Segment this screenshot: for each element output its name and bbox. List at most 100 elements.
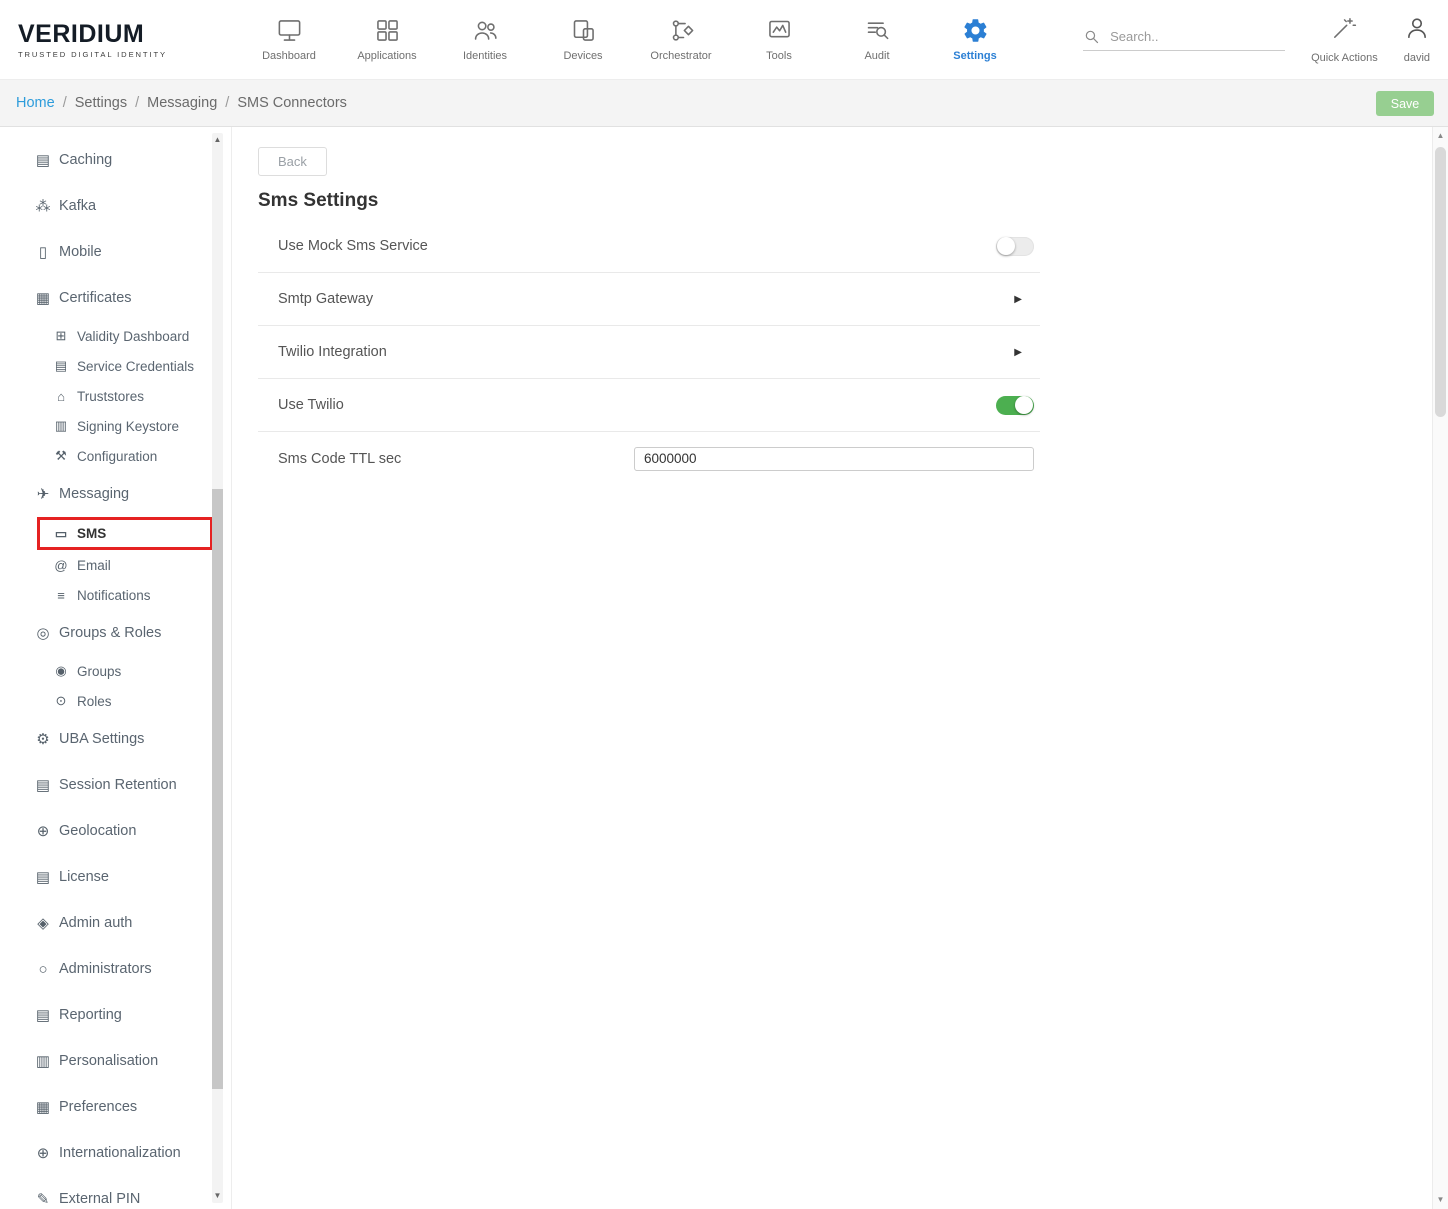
sidebar-item-label: Internationalization: [59, 1145, 181, 1161]
sidebar-item-messaging[interactable]: ✈Messaging: [0, 471, 231, 517]
setting-row-smtp-gateway[interactable]: Smtp Gateway ▶: [258, 273, 1040, 326]
sidebar-item-label: UBA Settings: [59, 731, 144, 747]
search-input[interactable]: [1110, 29, 1270, 44]
certificates-icon: ▦: [33, 289, 53, 307]
session-retention-icon: ▤: [33, 776, 53, 794]
setting-row-twilio-integration[interactable]: Twilio Integration ▶: [258, 326, 1040, 379]
sidebar-item-groups[interactable]: ◉Groups: [0, 656, 231, 686]
breadcrumb-home[interactable]: Home: [16, 95, 55, 111]
sidebar-item-label: Truststores: [77, 389, 144, 404]
setting-row-sms-code-ttl: Sms Code TTL sec: [258, 432, 1040, 485]
internationalization-icon: ⊕: [33, 1144, 53, 1162]
sidebar-item-groups-roles[interactable]: ◎Groups & Roles: [0, 610, 231, 656]
sidebar-item-label: Admin auth: [59, 915, 132, 931]
nav-label: Audit: [864, 50, 889, 62]
sidebar-scrollbar-thumb[interactable]: [212, 489, 223, 1089]
sidebar-item-roles[interactable]: ⊙Roles: [0, 686, 231, 716]
sidebar-scroll-down-icon[interactable]: ▼: [212, 1191, 223, 1201]
service-credentials-icon: ▤: [51, 358, 71, 374]
sidebar-item-certificates[interactable]: ▦ Certificates: [0, 275, 231, 321]
setting-label: Twilio Integration: [278, 344, 387, 360]
messaging-icon: ✈: [33, 485, 53, 503]
breadcrumb-messaging[interactable]: Messaging: [147, 95, 217, 111]
sidebar-item-administrators[interactable]: ○Administrators: [0, 946, 231, 992]
uba-settings-icon: ⚙: [33, 730, 53, 748]
page-scrollbar-thumb[interactable]: [1435, 147, 1446, 417]
expand-arrow-icon[interactable]: ▶: [1014, 347, 1034, 358]
notifications-icon: ≡: [51, 588, 71, 603]
sidebar-scrollbar[interactable]: ▲ ▼: [212, 133, 223, 1203]
sidebar-item-preferences[interactable]: ▦Preferences: [0, 1084, 231, 1130]
sidebar-item-label: License: [59, 869, 109, 885]
sidebar-item-label: Certificates: [59, 290, 132, 306]
breadcrumb-settings[interactable]: Settings: [75, 95, 127, 111]
save-button[interactable]: Save: [1376, 91, 1434, 116]
setting-row-use-twilio: Use Twilio: [258, 379, 1040, 432]
sidebar-item-uba-settings[interactable]: ⚙ UBA Settings: [0, 716, 231, 762]
sidebar-item-label: Notifications: [77, 588, 151, 603]
sidebar-item-validity-dashboard[interactable]: ⊞Validity Dashboard: [0, 321, 231, 351]
sms-code-ttl-input[interactable]: [634, 447, 1034, 471]
sidebar-item-label: Preferences: [59, 1099, 137, 1115]
sidebar-item-signing-keystore[interactable]: ▥Signing Keystore: [0, 411, 231, 441]
nav-tools[interactable]: Tools: [730, 17, 828, 62]
settings-icon: [962, 17, 989, 44]
nav-applications[interactable]: Applications: [338, 17, 436, 62]
page-title: Sms Settings: [258, 190, 1448, 212]
sidebar-item-mobile[interactable]: ▯Mobile: [0, 229, 231, 275]
setting-row-use-mock-sms-service: Use Mock Sms Service: [258, 220, 1040, 273]
sidebar-item-session-retention[interactable]: ▤Session Retention: [0, 762, 231, 808]
quick-actions-button[interactable]: Quick Actions: [1311, 15, 1378, 64]
nav-identities[interactable]: Identities: [436, 17, 534, 62]
sidebar-item-label: Configuration: [77, 449, 157, 464]
sidebar-item-personalisation[interactable]: ▥Personalisation: [0, 1038, 231, 1084]
audit-icon: [864, 17, 891, 44]
nav-dashboard[interactable]: Dashboard: [240, 17, 338, 62]
sidebar-item-kafka[interactable]: ⁂Kafka: [0, 183, 231, 229]
back-button[interactable]: Back: [258, 147, 327, 176]
toggle-knob: [1015, 396, 1033, 414]
sidebar-item-external-pin[interactable]: ✎ External PIN: [0, 1176, 231, 1209]
page-scroll-down-icon[interactable]: ▼: [1433, 1194, 1448, 1206]
sidebar-item-truststores[interactable]: ⌂ Truststores: [0, 381, 231, 411]
use-twilio-toggle[interactable]: [996, 396, 1034, 415]
truststores-icon: ⌂: [51, 389, 71, 404]
page-scroll-up-icon[interactable]: ▲: [1433, 130, 1448, 142]
sidebar-item-admin-auth[interactable]: ◈ Admin auth: [0, 900, 231, 946]
sidebar-item-label: Groups & Roles: [59, 625, 161, 641]
sidebar-item-label: External PIN: [59, 1191, 140, 1207]
nav-settings[interactable]: Settings: [926, 17, 1024, 62]
setting-label: Sms Code TTL sec: [278, 451, 401, 467]
veridium-logo[interactable]: VERIDIUM TRUSTED DIGITAL IDENTITY: [18, 20, 198, 59]
nav-label: Dashboard: [262, 50, 316, 62]
sidebar-scroll-up-icon[interactable]: ▲: [212, 135, 223, 145]
setting-label: Use Mock Sms Service: [278, 238, 428, 254]
sidebar-item-geolocation[interactable]: ⊕Geolocation: [0, 808, 231, 854]
logo-tagline: TRUSTED DIGITAL IDENTITY: [18, 50, 198, 59]
admin-auth-icon: ◈: [33, 914, 53, 932]
use-mock-sms-service-toggle[interactable]: [996, 237, 1034, 256]
nav-audit[interactable]: Audit: [828, 17, 926, 62]
nav-devices[interactable]: Devices: [534, 17, 632, 62]
breadcrumb: Home/Settings/Messaging/SMS Connectors: [16, 95, 347, 111]
nav-orchestrator[interactable]: Orchestrator: [632, 17, 730, 62]
external-pin-icon: ✎: [33, 1190, 53, 1208]
sidebar-item-internationalization[interactable]: ⊕ Internationalization: [0, 1130, 231, 1176]
sidebar-item-label: Personalisation: [59, 1053, 158, 1069]
sidebar-item-email[interactable]: @Email: [0, 550, 231, 580]
license-icon: ▤: [33, 868, 53, 886]
sidebar-item-configuration[interactable]: ⚒Configuration: [0, 441, 231, 471]
dashboard-icon: [276, 17, 303, 44]
sidebar-item-sms[interactable]: ▭SMS: [37, 517, 213, 550]
devices-icon: [570, 17, 597, 44]
page-scrollbar[interactable]: ▲ ▼: [1432, 127, 1448, 1209]
sidebar-item-label: Roles: [77, 694, 112, 709]
sidebar-item-notifications[interactable]: ≡ Notifications: [0, 580, 231, 610]
user-menu[interactable]: david: [1404, 15, 1430, 64]
sidebar-item-reporting[interactable]: ▤Reporting: [0, 992, 231, 1038]
search-box: [1083, 28, 1285, 51]
sidebar-item-license[interactable]: ▤ License: [0, 854, 231, 900]
sidebar-item-service-credentials[interactable]: ▤Service Credentials: [0, 351, 231, 381]
expand-arrow-icon[interactable]: ▶: [1014, 294, 1034, 305]
sidebar-item-caching[interactable]: ▤Caching: [0, 137, 231, 183]
